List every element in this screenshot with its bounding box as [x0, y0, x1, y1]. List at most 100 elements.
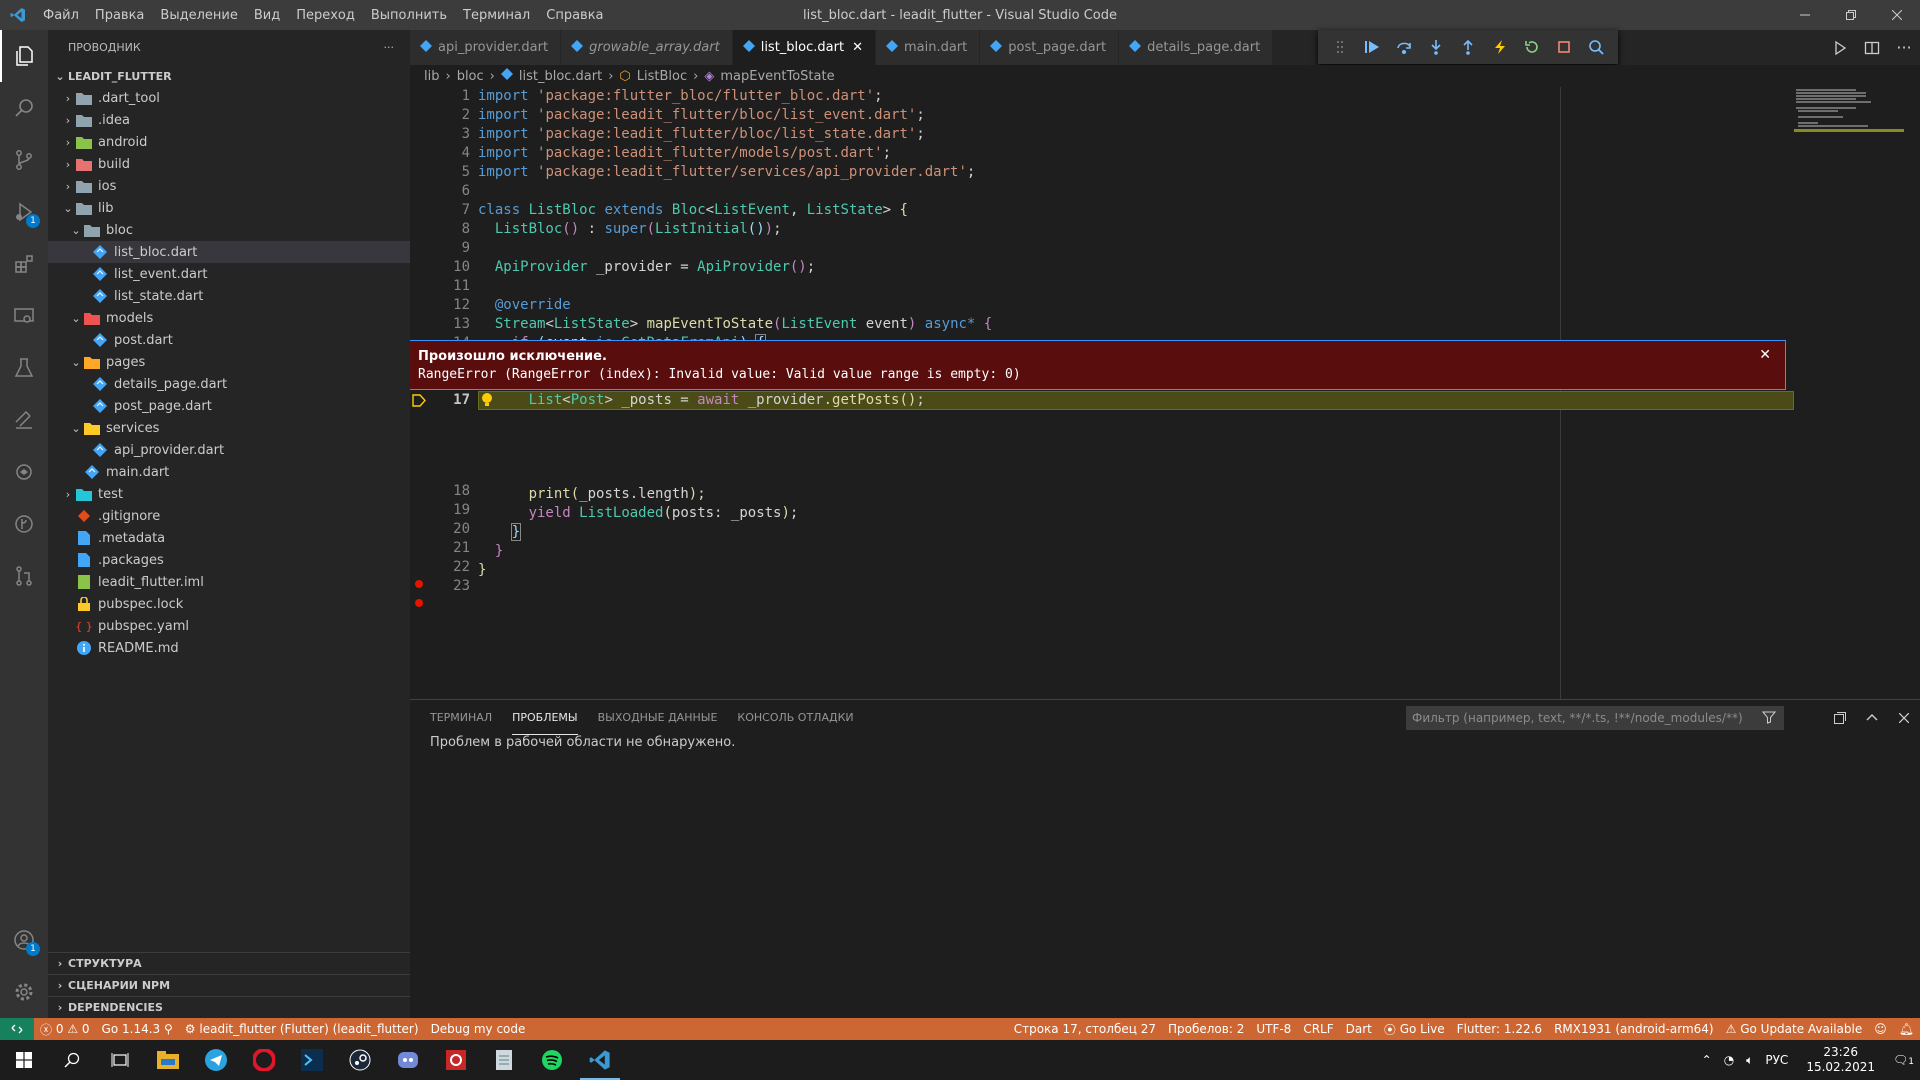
tree-item[interactable]: README.md	[48, 637, 410, 659]
menu-edit[interactable]: Правка	[87, 8, 152, 23]
go-live[interactable]: ⦿ Go Live	[1378, 1021, 1451, 1038]
tree-item[interactable]: api_provider.dart	[48, 439, 410, 461]
extensions-icon[interactable]	[0, 238, 48, 290]
tree-item[interactable]: ⌄ lib	[48, 197, 410, 219]
language-mode[interactable]: Dart	[1340, 1021, 1378, 1038]
notifications-bell-icon[interactable]: 🔔︎	[1893, 1021, 1920, 1038]
problems-status[interactable]: ⓧ 0 ⚠ 0	[34, 1021, 96, 1038]
section-outline[interactable]: › СТРУКТУРА	[48, 952, 410, 974]
close-panel-icon[interactable]	[1888, 712, 1920, 723]
restore-button[interactable]	[1828, 0, 1874, 30]
tree-item[interactable]: ⌄ services	[48, 417, 410, 439]
clock[interactable]: 23:26 15.02.2021	[1794, 1045, 1887, 1075]
more-actions-icon[interactable]: ···	[1888, 38, 1920, 57]
tree-item[interactable]: leadit_flutter.iml	[48, 571, 410, 593]
tree-item[interactable]: { } pubspec.yaml	[48, 615, 410, 637]
step-into-icon[interactable]	[1420, 33, 1452, 61]
section-npm-scripts[interactable]: › СЦЕНАРИИ NPM	[48, 974, 410, 996]
tab-details-page[interactable]: details_page.dart	[1119, 30, 1274, 65]
tree-item[interactable]: post_page.dart	[48, 395, 410, 417]
spotify-icon[interactable]	[528, 1040, 576, 1080]
workspace-root[interactable]: ⌄ LEADIT_FLUTTER	[48, 65, 410, 87]
tree-item[interactable]: list_state.dart	[48, 285, 410, 307]
feedback-icon[interactable]: ☺	[1868, 1021, 1893, 1038]
discord-icon[interactable]	[384, 1040, 432, 1080]
breadcrumb-class[interactable]: ListBloc	[637, 69, 687, 84]
split-editor-icon[interactable]	[1856, 40, 1888, 56]
menu-view[interactable]: Вид	[246, 8, 288, 23]
breadcrumb-bloc[interactable]: bloc	[457, 69, 484, 84]
filter-icon[interactable]	[1761, 710, 1777, 727]
tree-item[interactable]: › build	[48, 153, 410, 175]
step-over-icon[interactable]	[1388, 33, 1420, 61]
breadcrumb-method[interactable]: mapEventToState	[720, 69, 834, 84]
code-editor[interactable]: 1234567891011121314151617181920212223 im…	[410, 87, 1920, 699]
maximize-panel-icon[interactable]	[1856, 712, 1888, 724]
tab-output[interactable]: ВЫХОДНЫЕ ДАННЫЕ	[598, 700, 718, 735]
tree-item[interactable]: list_bloc.dart	[48, 241, 410, 263]
search-icon[interactable]	[0, 82, 48, 134]
tab-growable-array[interactable]: growable_array.dart	[561, 30, 733, 65]
run-debug-icon[interactable]: 1	[0, 186, 48, 238]
section-dependencies[interactable]: › DEPENDENCIES	[48, 996, 410, 1018]
go-update[interactable]: ⚠ Go Update Available	[1720, 1021, 1869, 1038]
volume-icon[interactable]: 🔈︎	[1740, 1053, 1759, 1068]
git-graph-icon[interactable]	[0, 498, 48, 550]
tab-terminal[interactable]: ТЕРМИНАЛ	[430, 700, 492, 735]
notepad-icon[interactable]	[480, 1040, 528, 1080]
tree-item[interactable]: .metadata	[48, 527, 410, 549]
live-share-icon[interactable]	[0, 394, 48, 446]
explorer-icon[interactable]	[0, 30, 48, 82]
source-control-icon[interactable]	[0, 134, 48, 186]
indentation[interactable]: Пробелов: 2	[1162, 1021, 1250, 1038]
minimap[interactable]	[1794, 87, 1904, 167]
start-button-windows-icon[interactable]	[0, 1040, 48, 1080]
tree-item[interactable]: pubspec.lock	[48, 593, 410, 615]
remote-explorer-icon[interactable]	[0, 290, 48, 342]
menu-run[interactable]: Выполнить	[363, 8, 455, 23]
tree-item[interactable]: .gitignore	[48, 505, 410, 527]
collapse-all-icon[interactable]	[1824, 711, 1856, 725]
tree-item[interactable]: .packages	[48, 549, 410, 571]
minimize-button[interactable]	[1782, 0, 1828, 30]
tab-problems[interactable]: ПРОБЛЕМЫ	[512, 700, 578, 735]
menu-go[interactable]: Переход	[288, 8, 363, 23]
wifi-icon[interactable]: ◔	[1718, 1053, 1740, 1067]
inspect-widget-icon[interactable]	[1580, 33, 1612, 61]
tab-debug-console[interactable]: КОНСОЛЬ ОТЛАДКИ	[737, 700, 853, 735]
tree-item[interactable]: details_page.dart	[48, 373, 410, 395]
menu-terminal[interactable]: Терминал	[455, 8, 538, 23]
go-version[interactable]: Go 1.14.3 ⚲	[96, 1022, 179, 1036]
hot-reload-icon[interactable]	[1484, 33, 1516, 61]
tree-item[interactable]: ⌄ bloc	[48, 219, 410, 241]
gitlens-icon[interactable]	[0, 446, 48, 498]
tray-overflow-icon[interactable]: ⌃	[1696, 1053, 1718, 1067]
encoding[interactable]: UTF-8	[1250, 1021, 1297, 1038]
tab-api-provider[interactable]: api_provider.dart	[410, 30, 562, 65]
cursor-position[interactable]: Строка 17, столбец 27	[1008, 1021, 1162, 1038]
menu-file[interactable]: Файл	[35, 8, 87, 23]
opera-icon[interactable]	[240, 1040, 288, 1080]
search-icon[interactable]	[48, 1040, 96, 1080]
tree-item[interactable]: list_event.dart	[48, 263, 410, 285]
run-file-icon[interactable]	[1824, 40, 1856, 56]
input-language[interactable]: РУС	[1759, 1053, 1794, 1067]
account-icon[interactable]: 1	[0, 914, 48, 966]
drag-handle-icon[interactable]	[1324, 33, 1356, 61]
line-ending[interactable]: CRLF	[1297, 1021, 1339, 1038]
menu-help[interactable]: Справка	[538, 8, 611, 23]
tree-item[interactable]: › test	[48, 483, 410, 505]
menu-selection[interactable]: Выделение	[152, 8, 245, 23]
file-explorer-icon[interactable]	[144, 1040, 192, 1080]
close-exception-icon[interactable]: ✕	[1759, 347, 1771, 363]
action-center-icon[interactable]: 🗨︎1	[1887, 1053, 1920, 1067]
paused-breakpoint-icon[interactable]	[412, 394, 426, 411]
vscode-taskbar-icon[interactable]	[576, 1040, 624, 1080]
launch-config[interactable]: ⚙ leadit_flutter (Flutter) (leadit_flutt…	[179, 1022, 425, 1036]
restart-icon[interactable]	[1516, 33, 1548, 61]
breakpoint-icon[interactable]	[415, 580, 423, 588]
game-app-icon[interactable]	[432, 1040, 480, 1080]
debug-mode[interactable]: Debug my code	[425, 1022, 532, 1036]
tree-item[interactable]: › .idea	[48, 109, 410, 131]
tree-item[interactable]: post.dart	[48, 329, 410, 351]
